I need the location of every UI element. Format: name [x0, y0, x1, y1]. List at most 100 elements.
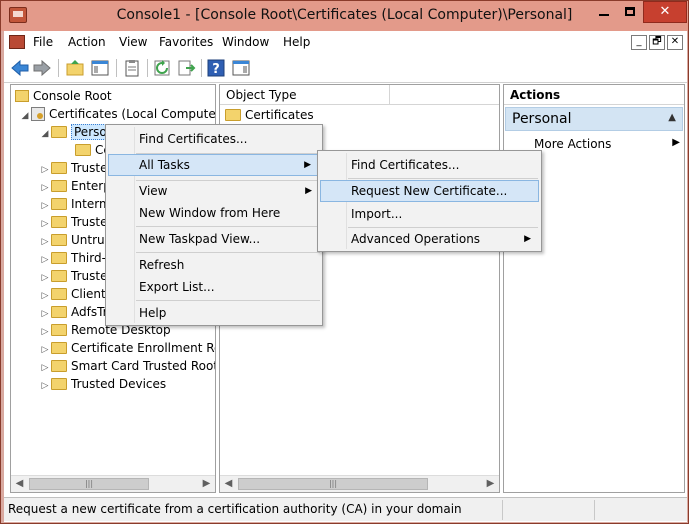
- scroll-left-icon[interactable]: ◀: [11, 476, 28, 492]
- status-divider: [594, 500, 595, 520]
- menu-file[interactable]: File: [33, 35, 53, 49]
- title-bar[interactable]: Console1 - [Console Root\Certificates (L…: [1, 1, 688, 31]
- submenu-item-find-certificates[interactable]: Find Certificates...: [320, 154, 539, 176]
- scroll-right-icon[interactable]: ▶: [482, 476, 499, 492]
- menu-item-new-window[interactable]: New Window from Here: [108, 202, 320, 224]
- tree-item-trusted-people[interactable]: ▷ Truste: [39, 267, 108, 285]
- properties-icon[interactable]: [122, 58, 142, 78]
- tree-item-certificates[interactable]: ◢ Certificates (Local Computer): [19, 105, 215, 125]
- collapse-arrow-icon[interactable]: ▲: [668, 112, 676, 123]
- tree-horizontal-scrollbar[interactable]: ◀ ||| ▶: [11, 475, 215, 492]
- all-tasks-submenu: Find Certificates... Request New Certifi…: [317, 150, 542, 252]
- menu-favorites[interactable]: Favorites: [159, 35, 213, 49]
- submenu-arrow-icon: ▶: [524, 234, 531, 244]
- menu-view[interactable]: View: [119, 35, 147, 49]
- folder-icon: [51, 288, 67, 300]
- actions-header: Actions: [504, 85, 684, 105]
- context-menu: Find Certificates... All Tasks ▶ View ▶ Ne…: [105, 124, 323, 326]
- toolbar-separator: [116, 59, 117, 77]
- scroll-left-icon[interactable]: ◀: [220, 476, 237, 492]
- menu-item-refresh[interactable]: Refresh: [108, 254, 320, 276]
- expanded-arrow-icon[interactable]: ◢: [19, 107, 31, 125]
- submenu-item-import[interactable]: Import...: [320, 203, 539, 225]
- maximize-icon: [625, 7, 635, 16]
- maximize-button[interactable]: [617, 1, 643, 23]
- tree-item-intermediate[interactable]: ▷ Interm: [39, 195, 111, 213]
- menu-item-label: Advanced Operations: [351, 232, 481, 246]
- actions-section-label: Personal: [512, 111, 572, 127]
- more-actions-item[interactable]: More Actions ▶: [534, 137, 682, 151]
- menu-separator: [136, 300, 320, 301]
- list-horizontal-scrollbar[interactable]: ◀ ||| ▶: [220, 475, 499, 492]
- menu-item-view[interactable]: View ▶: [108, 180, 320, 202]
- mdi-restore-button[interactable]: 🗗: [649, 35, 665, 50]
- toolbar-separator: [147, 59, 148, 77]
- show-hide-action-pane-icon[interactable]: [231, 58, 251, 78]
- folder-icon: [51, 198, 67, 210]
- status-text: Request a new certificate from a certifi…: [8, 502, 462, 516]
- up-folder-icon[interactable]: [65, 58, 85, 78]
- collapsed-arrow-icon[interactable]: ▷: [39, 377, 51, 395]
- tree-item-smart-card-roots[interactable]: ▷ Smart Card Trusted Roots: [39, 357, 215, 375]
- actions-section-personal[interactable]: Personal ▲: [505, 107, 683, 131]
- tree-item-label: Truste: [71, 215, 108, 229]
- submenu-arrow-icon: ▶: [304, 160, 311, 170]
- tree-item-trusted-devices[interactable]: ▷ Trusted Devices: [39, 375, 167, 395]
- menu-item-find-certificates[interactable]: Find Certificates...: [108, 128, 320, 150]
- status-bar: Request a new certificate from a certifi…: [4, 497, 687, 521]
- tree-item-label: Trusted Devices: [71, 377, 167, 391]
- menu-window[interactable]: Window: [222, 35, 269, 49]
- actions-pane: Actions Personal ▲ More Actions ▶: [503, 84, 685, 493]
- expanded-arrow-icon[interactable]: ◢: [39, 125, 51, 143]
- minimize-icon: [599, 14, 609, 16]
- submenu-item-request-new-certificate[interactable]: Request New Certificate...: [320, 180, 539, 202]
- menu-separator: [348, 178, 538, 179]
- help-icon[interactable]: ?: [206, 58, 226, 78]
- tree-item-trusted-publishers[interactable]: ▷ Truste: [39, 213, 108, 231]
- menu-action[interactable]: Action: [68, 35, 106, 49]
- menu-help[interactable]: Help: [283, 35, 310, 49]
- close-button[interactable]: ✕: [643, 1, 687, 23]
- tree-item-untrusted[interactable]: ▷ Untrus: [39, 231, 111, 249]
- menu-item-export-list[interactable]: Export List...: [108, 276, 320, 298]
- scroll-thumb[interactable]: |||: [29, 478, 149, 490]
- tree-item-enrollment-requests[interactable]: ▷Certificate Enrollment Requ: [39, 339, 215, 357]
- folder-icon: [51, 324, 67, 336]
- menu-separator: [136, 226, 320, 227]
- tree-item-label: Certificate Enrollment Requ: [71, 341, 215, 355]
- tree-item-enterprise[interactable]: ▷ Enterp: [39, 177, 111, 195]
- scroll-thumb[interactable]: |||: [238, 478, 428, 490]
- mdi-close-button[interactable]: ✕: [667, 35, 683, 50]
- folder-icon: [51, 270, 67, 282]
- folder-icon: [15, 90, 29, 102]
- export-list-icon[interactable]: [176, 58, 196, 78]
- mdi-minimize-button[interactable]: _: [631, 35, 647, 50]
- toolbar: ?: [4, 53, 687, 83]
- folder-icon: [51, 234, 67, 246]
- console-menu-icon[interactable]: [9, 35, 25, 49]
- svg-text:?: ?: [212, 62, 220, 77]
- folder-icon: [51, 162, 67, 174]
- back-icon[interactable]: [10, 58, 30, 78]
- column-header-object-type[interactable]: Object Type: [220, 85, 390, 105]
- tree-item-third-party[interactable]: ▷ Third-: [39, 249, 106, 267]
- certificate-icon: [31, 107, 45, 121]
- folder-icon: [51, 360, 67, 372]
- toolbar-separator: [201, 59, 202, 77]
- forward-icon[interactable]: [32, 58, 52, 78]
- tree-item-console-root[interactable]: Console Root: [15, 87, 112, 105]
- list-item[interactable]: Certificates: [225, 106, 314, 124]
- submenu-item-advanced-operations[interactable]: Advanced Operations ▶: [320, 228, 539, 250]
- minimize-button[interactable]: [591, 1, 617, 23]
- menu-item-all-tasks[interactable]: All Tasks ▶: [108, 154, 320, 176]
- show-hide-tree-icon[interactable]: [90, 58, 110, 78]
- tree-item-trusted-root[interactable]: ▷ Truste: [39, 159, 108, 177]
- scroll-right-icon[interactable]: ▶: [198, 476, 215, 492]
- folder-icon: [51, 180, 67, 192]
- menu-item-new-taskpad[interactable]: New Taskpad View...: [108, 228, 320, 250]
- submenu-arrow-icon: ▶: [672, 137, 680, 148]
- tree-item-adfs[interactable]: ▷ AdfsTr: [39, 303, 108, 321]
- tree-item-client-auth[interactable]: ▷ Client: [39, 285, 106, 303]
- refresh-icon[interactable]: [152, 58, 172, 78]
- menu-item-help[interactable]: Help: [108, 302, 320, 324]
